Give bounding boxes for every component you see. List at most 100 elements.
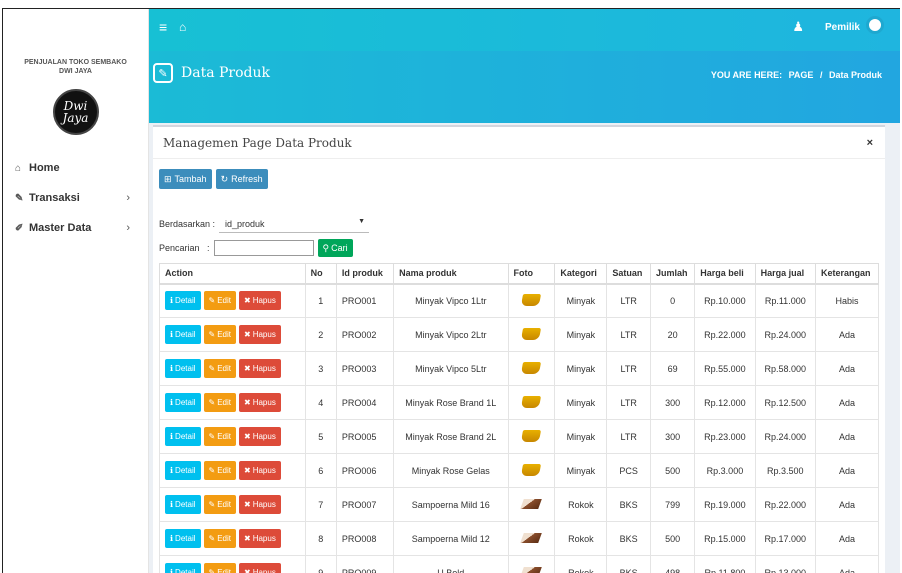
edit-button[interactable]: ✎ Edit xyxy=(203,529,236,548)
sidebar-item-home[interactable]: ⌂ Home xyxy=(3,153,148,183)
detail-button[interactable]: ℹ Detail xyxy=(165,359,201,378)
product-photo xyxy=(521,395,542,408)
product-photo xyxy=(521,293,542,306)
detail-button[interactable]: ℹ Detail xyxy=(165,325,201,344)
detail-button[interactable]: ℹ Detail xyxy=(165,529,201,548)
edit-label: Edit xyxy=(217,568,231,573)
edit-button[interactable]: ✎ Edit xyxy=(203,563,236,573)
logo-text: Dwi Jaya xyxy=(62,99,89,125)
delete-button[interactable]: ✖ Hapus xyxy=(239,393,281,412)
detail-button[interactable]: ℹ Detail xyxy=(165,427,201,446)
search-button-label: Cari xyxy=(331,243,348,253)
search-icon: ⚲ xyxy=(322,242,330,253)
delete-button[interactable]: ✖ Hapus xyxy=(239,461,281,480)
delete-button[interactable]: ✖ Hapus xyxy=(239,529,281,548)
detail-button[interactable]: ℹ Detail xyxy=(165,393,201,412)
sidebar-item-master-data[interactable]: ✐ Master Data › xyxy=(3,213,148,243)
edit-icon: ✎ xyxy=(208,398,216,407)
detail-button[interactable]: ℹ Detail xyxy=(165,461,201,480)
detail-button[interactable]: ℹ Detail xyxy=(165,291,201,311)
column-header: Foto xyxy=(507,263,556,285)
close-icon: ✖ xyxy=(244,568,251,573)
close-icon[interactable]: × xyxy=(867,137,873,149)
cell-no: 9 xyxy=(304,555,337,573)
detail-label: Detail xyxy=(175,568,196,573)
cell-satuan: BKS xyxy=(606,487,652,522)
cell-satuan: BKS xyxy=(606,555,652,573)
cell-id-produk: PRO002 xyxy=(335,317,395,352)
cell-id-produk: PRO008 xyxy=(335,521,395,556)
cell-satuan: LTR xyxy=(606,317,652,352)
delete-button[interactable]: ✖ Hapus xyxy=(239,427,281,446)
cell-nama-produk: Minyak Rose Gelas xyxy=(393,453,509,488)
user-name[interactable]: Pemilik xyxy=(825,22,860,33)
detail-button[interactable]: ℹ Detail xyxy=(165,563,201,573)
panel-header: Managemen Page Data Produk × xyxy=(153,127,885,159)
search-form: Berdasarkan : id_produk ▼ Pencarian : ⚲ … xyxy=(159,214,370,258)
sidebar-item-transaksi[interactable]: ✎ Transaksi › xyxy=(3,183,148,213)
cell-kategori: Minyak xyxy=(554,317,608,352)
cell-satuan: PCS xyxy=(606,453,652,488)
brand-line-1: PENJUALAN TOKO SEMBAKO xyxy=(24,59,127,66)
refresh-button[interactable]: ↻ Refresh xyxy=(215,169,268,189)
cell-keterangan: Ada xyxy=(814,453,880,488)
delete-button[interactable]: ✖ Hapus xyxy=(239,495,281,514)
column-header: Satuan xyxy=(606,263,652,285)
edit-button[interactable]: ✎ Edit xyxy=(203,359,236,378)
detail-label: Detail xyxy=(175,398,196,407)
product-photo xyxy=(521,429,542,442)
info-icon: ℹ xyxy=(170,398,174,407)
cell-foto xyxy=(507,487,556,522)
cell-kategori: Rokok xyxy=(554,521,608,556)
chevron-right-icon: › xyxy=(126,222,130,234)
delete-button[interactable]: ✖ Hapus xyxy=(239,359,281,378)
cell-foto xyxy=(507,419,556,454)
users-icon[interactable]: ♟ xyxy=(792,19,804,35)
edit-button[interactable]: ✎ Edit xyxy=(203,393,236,412)
action-cell: ℹ Detail ✎ Edit ✖ Hapus xyxy=(159,385,306,420)
edit-button[interactable]: ✎ Edit xyxy=(203,427,236,446)
sidebar-item-label: Master Data xyxy=(29,222,92,234)
delete-button[interactable]: ✖ Hapus xyxy=(239,563,281,573)
home-icon[interactable]: ⌂ xyxy=(179,20,186,34)
delete-label: Hapus xyxy=(252,466,276,475)
cell-harga-jual: Rp.17.000 xyxy=(754,521,816,556)
edit-button[interactable]: ✎ Edit xyxy=(203,291,236,311)
cell-id-produk: PRO007 xyxy=(335,487,395,522)
filter-select[interactable]: id_produk ▼ xyxy=(219,215,370,233)
cell-no: 8 xyxy=(304,521,337,556)
cell-kategori: Minyak xyxy=(554,283,608,318)
breadcrumb: YOU ARE HERE: PAGE / Data Produk xyxy=(709,70,884,80)
cell-harga-jual: Rp.24.000 xyxy=(754,419,816,454)
detail-label: Detail xyxy=(175,296,196,306)
action-cell: ℹ Detail ✎ Edit ✖ Hapus xyxy=(159,487,306,522)
cell-satuan: LTR xyxy=(606,283,652,318)
cell-harga-jual: Rp.58.000 xyxy=(754,351,816,386)
cell-kategori: Rokok xyxy=(554,555,608,573)
sidebar-item-label: Transaksi xyxy=(29,192,80,204)
table-row: ℹ Detail ✎ Edit ✖ Hapus 2 PRO002 Minyak Vipco 2L… xyxy=(159,317,880,352)
cell-kategori: Minyak xyxy=(554,351,608,386)
search-button[interactable]: ⚲ Cari xyxy=(317,239,353,257)
cell-id-produk: PRO005 xyxy=(335,419,395,454)
add-button[interactable]: ⊞ Tambah xyxy=(159,169,212,189)
hamburger-menu-icon[interactable]: ≡ xyxy=(159,19,167,35)
edit-label: Edit xyxy=(217,500,231,509)
search-input[interactable] xyxy=(213,240,314,256)
avatar[interactable] xyxy=(866,16,884,34)
cell-nama-produk: Minyak Rose Brand 1L xyxy=(393,385,509,420)
edit-button[interactable]: ✎ Edit xyxy=(203,325,236,344)
edit-button[interactable]: ✎ Edit xyxy=(203,495,236,514)
product-photo xyxy=(521,463,542,476)
delete-button[interactable]: ✖ Hapus xyxy=(239,325,281,344)
cell-jumlah: 69 xyxy=(650,351,696,386)
store-logo: Dwi Jaya xyxy=(52,89,99,135)
content-panel: Managemen Page Data Produk × ⊞ Tambah ↻ … xyxy=(153,125,885,573)
detail-button[interactable]: ℹ Detail xyxy=(165,495,201,514)
delete-button[interactable]: ✖ Hapus xyxy=(239,291,281,311)
action-buttons: ⊞ Tambah ↻ Refresh xyxy=(159,169,268,189)
breadcrumb-page[interactable]: PAGE xyxy=(789,70,814,80)
cell-jumlah: 500 xyxy=(650,521,696,556)
info-icon: ℹ xyxy=(170,534,174,543)
edit-button[interactable]: ✎ Edit xyxy=(203,461,236,480)
